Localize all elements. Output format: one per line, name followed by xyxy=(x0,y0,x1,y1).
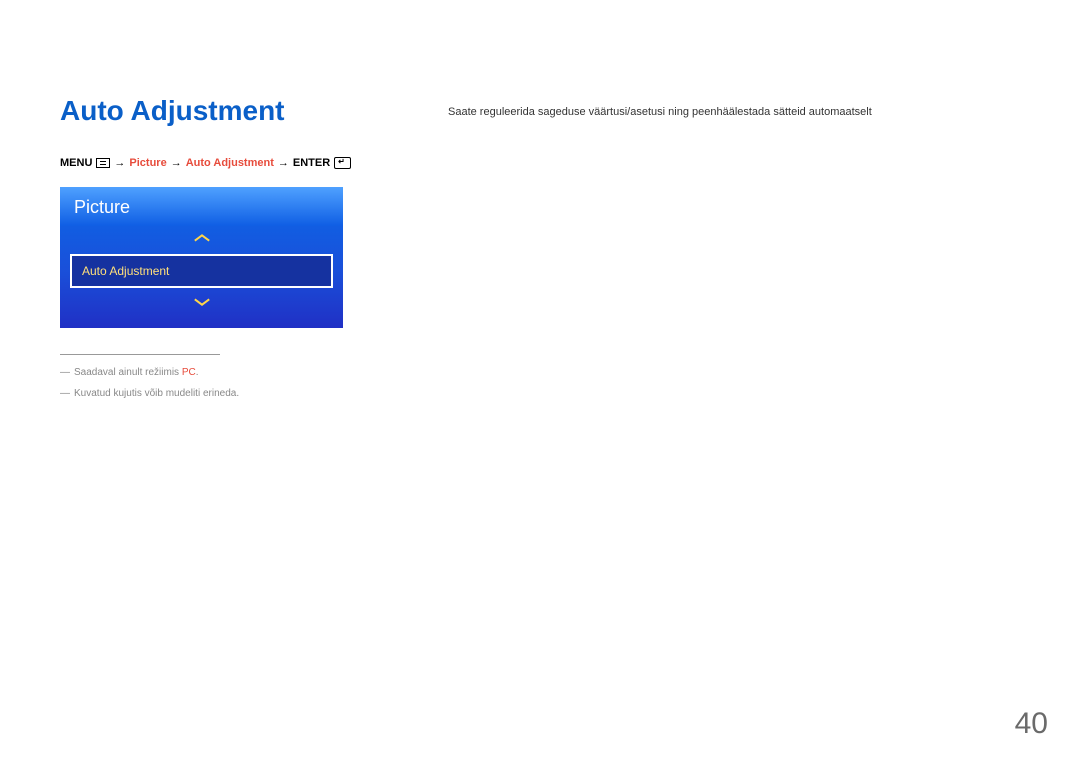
footnote-1-highlight: PC xyxy=(182,367,196,378)
chevron-down-icon xyxy=(60,290,343,316)
description-text: Saate reguleerida sageduse väärtusi/aset… xyxy=(448,105,1020,120)
footnotes-block: ― Saadaval ainult režiimis PC. ― Kuvatud… xyxy=(60,354,280,399)
osd-menu-item-selected: Auto Adjustment xyxy=(70,254,333,288)
arrow-icon: → xyxy=(171,157,182,169)
enter-icon xyxy=(334,157,351,169)
menu-label: MENU xyxy=(60,157,92,169)
arrow-icon: → xyxy=(278,157,289,169)
footnote-dash-icon: ― xyxy=(60,367,70,378)
footnote-1-text-suffix: . xyxy=(196,367,199,378)
breadcrumb-auto-adjustment: Auto Adjustment xyxy=(186,157,274,169)
osd-menu-preview: Picture Auto Adjustment xyxy=(60,187,343,328)
menu-path-breadcrumb: MENU → Picture → Auto Adjustment → ENTER xyxy=(60,157,1020,169)
footnote-1: ― Saadaval ainult režiimis PC. xyxy=(60,367,280,378)
page-number: 40 xyxy=(1015,707,1048,741)
footnote-1-text-prefix: Saadaval ainult režiimis xyxy=(74,367,182,378)
enter-label: ENTER xyxy=(293,157,330,169)
footnote-2-text: Kuvatud kujutis võib mudeliti erineda. xyxy=(74,388,239,399)
arrow-icon: → xyxy=(114,157,125,169)
menu-icon xyxy=(96,158,110,168)
footnote-2: ― Kuvatud kujutis võib mudeliti erineda. xyxy=(60,388,280,399)
osd-menu-header: Picture xyxy=(60,187,343,226)
breadcrumb-picture: Picture xyxy=(129,157,166,169)
chevron-up-icon xyxy=(60,226,343,252)
footnote-dash-icon: ― xyxy=(60,388,70,399)
footnote-separator xyxy=(60,354,220,355)
